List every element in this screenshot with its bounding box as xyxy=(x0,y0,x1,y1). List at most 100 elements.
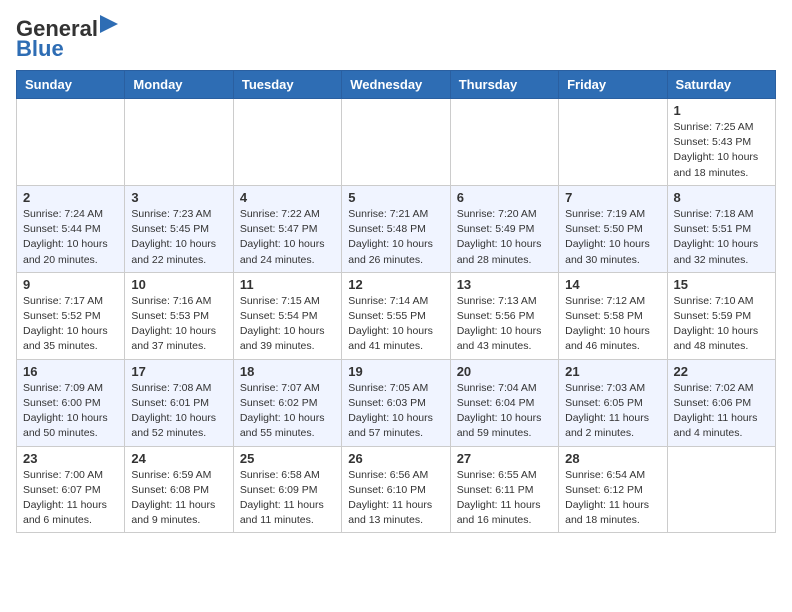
day-of-week-header: Monday xyxy=(125,71,233,99)
day-number: 18 xyxy=(240,364,335,379)
calendar-day-cell: 13Sunrise: 7:13 AM Sunset: 5:56 PM Dayli… xyxy=(450,272,558,359)
day-info: Sunrise: 7:02 AM Sunset: 6:06 PM Dayligh… xyxy=(674,381,769,442)
calendar-day-cell: 19 Sunrise: 7:05 AM Sunset: 6:03 PM Dayli… xyxy=(342,359,450,446)
calendar-day-cell xyxy=(233,99,341,186)
calendar-day-cell: 16 Sunrise: 7:09 AM Sunset: 6:00 PM Dayli… xyxy=(17,359,125,446)
day-number: 16 xyxy=(23,364,118,379)
calendar-table: SundayMondayTuesdayWednesdayThursdayFrid… xyxy=(16,70,776,533)
calendar-day-cell: 1 Sunrise: 7:25 AM Sunset: 5:43 PM Daylig… xyxy=(667,99,775,186)
day-of-week-header: Saturday xyxy=(667,71,775,99)
day-number: 14 xyxy=(565,277,660,292)
calendar-day-cell: 6Sunrise: 7:20 AM Sunset: 5:49 PM Daylig… xyxy=(450,185,558,272)
calendar-day-cell: 7 Sunrise: 7:19 AM Sunset: 5:50 PM Daylig… xyxy=(559,185,667,272)
calendar-day-cell: 5 Sunrise: 7:21 AM Sunset: 5:48 PM Daylig… xyxy=(342,185,450,272)
day-number: 23 xyxy=(23,451,118,466)
day-info: Sunrise: 6:58 AM Sunset: 6:09 PM Dayligh… xyxy=(240,468,335,529)
day-number: 21 xyxy=(565,364,660,379)
page-header: General Blue xyxy=(16,16,776,62)
day-info: Sunrise: 7:19 AM Sunset: 5:50 PM Dayligh… xyxy=(565,207,660,268)
day-info: Sunrise: 7:17 AM Sunset: 5:52 PM Dayligh… xyxy=(23,294,118,355)
day-number: 5 xyxy=(348,190,443,205)
day-info: Sunrise: 7:18 AM Sunset: 5:51 PM Dayligh… xyxy=(674,207,769,268)
day-number: 17 xyxy=(131,364,226,379)
day-of-week-header: Wednesday xyxy=(342,71,450,99)
calendar-day-cell: 14 Sunrise: 7:12 AM Sunset: 5:58 PM Dayli… xyxy=(559,272,667,359)
day-info: Sunrise: 7:15 AM Sunset: 5:54 PM Dayligh… xyxy=(240,294,335,355)
day-info: Sunrise: 7:00 AM Sunset: 6:07 PM Dayligh… xyxy=(23,468,118,529)
day-number: 19 xyxy=(348,364,443,379)
day-of-week-header: Tuesday xyxy=(233,71,341,99)
logo: General Blue xyxy=(16,16,118,62)
day-of-week-header: Sunday xyxy=(17,71,125,99)
logo-arrow-icon xyxy=(100,15,118,33)
calendar-day-cell: 21 Sunrise: 7:03 AM Sunset: 6:05 PM Dayli… xyxy=(559,359,667,446)
day-number: 2 xyxy=(23,190,118,205)
day-number: 11 xyxy=(240,277,335,292)
day-info: Sunrise: 7:03 AM Sunset: 6:05 PM Dayligh… xyxy=(565,381,660,442)
calendar-day-cell: 10 Sunrise: 7:16 AM Sunset: 5:53 PM Dayli… xyxy=(125,272,233,359)
day-info: Sunrise: 7:13 AM Sunset: 5:56 PM Dayligh… xyxy=(457,294,552,355)
day-info: Sunrise: 7:21 AM Sunset: 5:48 PM Dayligh… xyxy=(348,207,443,268)
day-number: 22 xyxy=(674,364,769,379)
day-info: Sunrise: 7:14 AM Sunset: 5:55 PM Dayligh… xyxy=(348,294,443,355)
day-info: Sunrise: 7:22 AM Sunset: 5:47 PM Dayligh… xyxy=(240,207,335,268)
day-number: 7 xyxy=(565,190,660,205)
day-number: 25 xyxy=(240,451,335,466)
calendar-day-cell: 11 Sunrise: 7:15 AM Sunset: 5:54 PM Dayli… xyxy=(233,272,341,359)
calendar-day-cell: 23 Sunrise: 7:00 AM Sunset: 6:07 PM Dayli… xyxy=(17,446,125,533)
calendar-day-cell: 17 Sunrise: 7:08 AM Sunset: 6:01 PM Dayli… xyxy=(125,359,233,446)
calendar-day-cell: 3 Sunrise: 7:23 AM Sunset: 5:45 PM Daylig… xyxy=(125,185,233,272)
calendar-day-cell: 20 Sunrise: 7:04 AM Sunset: 6:04 PM Dayli… xyxy=(450,359,558,446)
day-info: Sunrise: 7:05 AM Sunset: 6:03 PM Dayligh… xyxy=(348,381,443,442)
day-number: 8 xyxy=(674,190,769,205)
calendar-day-cell xyxy=(667,446,775,533)
day-number: 28 xyxy=(565,451,660,466)
calendar-day-cell xyxy=(450,99,558,186)
calendar-day-cell: 27 Sunrise: 6:55 AM Sunset: 6:11 PM Dayli… xyxy=(450,446,558,533)
day-number: 24 xyxy=(131,451,226,466)
calendar-day-cell: 15Sunrise: 7:10 AM Sunset: 5:59 PM Dayli… xyxy=(667,272,775,359)
calendar-day-cell: 12 Sunrise: 7:14 AM Sunset: 5:55 PM Dayli… xyxy=(342,272,450,359)
day-number: 1 xyxy=(674,103,769,118)
calendar-day-cell: 9 Sunrise: 7:17 AM Sunset: 5:52 PM Daylig… xyxy=(17,272,125,359)
day-info: Sunrise: 7:23 AM Sunset: 5:45 PM Dayligh… xyxy=(131,207,226,268)
calendar-day-cell: 18 Sunrise: 7:07 AM Sunset: 6:02 PM Dayli… xyxy=(233,359,341,446)
day-info: Sunrise: 6:56 AM Sunset: 6:10 PM Dayligh… xyxy=(348,468,443,529)
calendar-week-row: 23 Sunrise: 7:00 AM Sunset: 6:07 PM Dayli… xyxy=(17,446,776,533)
day-number: 20 xyxy=(457,364,552,379)
day-number: 9 xyxy=(23,277,118,292)
calendar-header-row: SundayMondayTuesdayWednesdayThursdayFrid… xyxy=(17,71,776,99)
calendar-day-cell: 8 Sunrise: 7:18 AM Sunset: 5:51 PM Daylig… xyxy=(667,185,775,272)
day-info: Sunrise: 7:04 AM Sunset: 6:04 PM Dayligh… xyxy=(457,381,552,442)
day-info: Sunrise: 7:16 AM Sunset: 5:53 PM Dayligh… xyxy=(131,294,226,355)
calendar-day-cell: 26 Sunrise: 6:56 AM Sunset: 6:10 PM Dayli… xyxy=(342,446,450,533)
calendar-week-row: 9 Sunrise: 7:17 AM Sunset: 5:52 PM Daylig… xyxy=(17,272,776,359)
calendar-day-cell xyxy=(342,99,450,186)
day-info: Sunrise: 7:12 AM Sunset: 5:58 PM Dayligh… xyxy=(565,294,660,355)
calendar-day-cell: 24 Sunrise: 6:59 AM Sunset: 6:08 PM Dayli… xyxy=(125,446,233,533)
day-number: 6 xyxy=(457,190,552,205)
day-of-week-header: Friday xyxy=(559,71,667,99)
day-info: Sunrise: 6:55 AM Sunset: 6:11 PM Dayligh… xyxy=(457,468,552,529)
calendar-day-cell xyxy=(17,99,125,186)
day-info: Sunrise: 7:25 AM Sunset: 5:43 PM Dayligh… xyxy=(674,120,769,181)
calendar-day-cell: 2 Sunrise: 7:24 AM Sunset: 5:44 PM Daylig… xyxy=(17,185,125,272)
day-number: 26 xyxy=(348,451,443,466)
day-number: 27 xyxy=(457,451,552,466)
day-info: Sunrise: 7:08 AM Sunset: 6:01 PM Dayligh… xyxy=(131,381,226,442)
day-number: 3 xyxy=(131,190,226,205)
day-info: Sunrise: 7:24 AM Sunset: 5:44 PM Dayligh… xyxy=(23,207,118,268)
day-number: 12 xyxy=(348,277,443,292)
day-of-week-header: Thursday xyxy=(450,71,558,99)
day-info: Sunrise: 6:54 AM Sunset: 6:12 PM Dayligh… xyxy=(565,468,660,529)
calendar-day-cell xyxy=(125,99,233,186)
day-number: 10 xyxy=(131,277,226,292)
day-info: Sunrise: 7:09 AM Sunset: 6:00 PM Dayligh… xyxy=(23,381,118,442)
day-info: Sunrise: 6:59 AM Sunset: 6:08 PM Dayligh… xyxy=(131,468,226,529)
calendar-week-row: 1 Sunrise: 7:25 AM Sunset: 5:43 PM Daylig… xyxy=(17,99,776,186)
calendar-day-cell xyxy=(559,99,667,186)
calendar-day-cell: 22 Sunrise: 7:02 AM Sunset: 6:06 PM Dayli… xyxy=(667,359,775,446)
day-info: Sunrise: 7:07 AM Sunset: 6:02 PM Dayligh… xyxy=(240,381,335,442)
day-info: Sunrise: 7:10 AM Sunset: 5:59 PM Dayligh… xyxy=(674,294,769,355)
calendar-day-cell: 28 Sunrise: 6:54 AM Sunset: 6:12 PM Dayli… xyxy=(559,446,667,533)
